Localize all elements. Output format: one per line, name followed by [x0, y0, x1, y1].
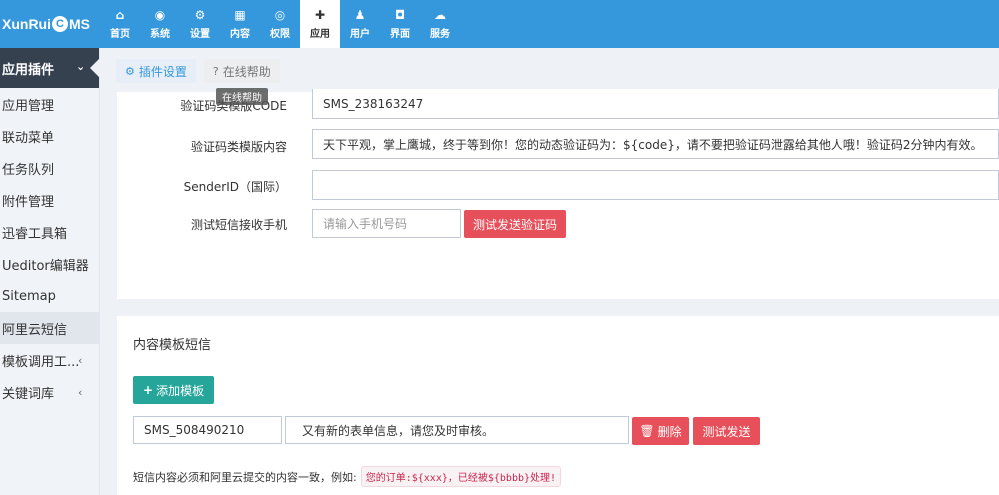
nav-label: 系统: [150, 29, 170, 40]
page-toolbar: ⚙ 插件设置 ? 在线帮助: [116, 59, 288, 83]
active-arrow: [90, 58, 100, 78]
code-input[interactable]: SMS_238163247: [312, 89, 999, 119]
sidebar-item-label: 联动菜单: [2, 130, 55, 146]
gear-icon: ⚙: [125, 64, 135, 78]
user-icon: ♟: [354, 8, 366, 22]
plus-icon: +: [143, 383, 154, 397]
test-send-button[interactable]: 测试发送: [693, 417, 760, 445]
test-phone-input[interactable]: 请输入手机号码: [312, 209, 461, 238]
sidebar-item-toolbox[interactable]: 迅睿工具箱: [0, 216, 99, 248]
template-hint: 短信内容必须和阿里云提交的内容一致，例如: 您的订单:${xxx}，已经被${b…: [133, 466, 562, 487]
logo-mark: C: [52, 16, 68, 32]
online-help-label: 在线帮助: [222, 64, 271, 79]
logo-text-pre: XunRui: [2, 16, 51, 32]
nav-item-settings[interactable]: ⚙ 设置: [180, 0, 220, 48]
template-code-input[interactable]: SMS_508490210: [133, 416, 282, 444]
html5-icon: ◘: [394, 8, 406, 22]
top-header: XunRui C MS ⌂ 首页 ◉ 系统 ⚙ 设置 ▦ 内容 ◎ 权限 ✚ 应用 ♟ 用户 ◘ 界…: [0, 0, 999, 48]
nav-label: 权限: [270, 29, 290, 40]
nav-item-content[interactable]: ▦ 内容: [220, 0, 260, 48]
nav-label: 应用: [310, 29, 330, 40]
sidebar-section-title: 应用插件: [2, 62, 55, 78]
send-test-code-button[interactable]: 测试发送验证码: [464, 210, 566, 238]
sidebar-item-label: 迅睿工具箱: [2, 226, 68, 242]
sidebar-item-keywords[interactable]: 关键词库 ‹: [0, 376, 99, 408]
content-input[interactable]: 天下平观，掌上鹰城，终于等到你！您的动态验证码为：${code}，请不要把验证码…: [312, 129, 999, 159]
delete-template-button[interactable]: 🗑 删除: [632, 417, 689, 445]
nav-label: 用户: [350, 29, 370, 40]
nav-label: 界面: [390, 29, 410, 40]
plugin-settings-button[interactable]: ⚙ 插件设置: [116, 59, 196, 83]
delete-label: 删除: [657, 424, 682, 439]
nav-item-permissions[interactable]: ◎ 权限: [260, 0, 300, 48]
hint-example: 您的订单:${xxx}，已经被${bbbb}处理!: [360, 466, 562, 487]
content-label: 验证码类模版内容: [190, 140, 287, 154]
sidebar-item-label: 模板调用工...: [2, 354, 80, 370]
sidebar-item-ueditor[interactable]: Ueditor编辑器: [0, 248, 99, 280]
puzzle-icon: ✚: [314, 8, 326, 22]
nav-item-interface[interactable]: ◘ 界面: [380, 0, 420, 48]
sidebar-item-label: Sitemap: [2, 288, 56, 304]
cloud-icon: ☁: [434, 8, 446, 22]
sidebar-item-aliyun-sms[interactable]: 阿里云短信: [0, 312, 99, 344]
nav-item-users[interactable]: ♟ 用户: [340, 0, 380, 48]
sidebar: 应用插件 ⌄ 应用管理 联动菜单 任务队列 附件管理 迅睿工具箱 Ueditor…: [0, 48, 100, 495]
template-content-input[interactable]: 又有新的表单信息，请您及时审核。: [285, 416, 629, 444]
nav-item-home[interactable]: ⌂ 首页: [100, 0, 140, 48]
verification-sms-panel: 验证码类模版CODE SMS_238163247 验证码类模版内容 天下平观，掌…: [117, 89, 999, 299]
trash-icon: 🗑: [639, 424, 655, 438]
sidebar-item-label: 阿里云短信: [2, 322, 68, 338]
sidebar-item-label: 关键词库: [2, 386, 55, 402]
globe-icon: ◉: [154, 8, 166, 22]
logo-text-post: MS: [69, 16, 90, 32]
chevron-down-icon: ⌄: [76, 60, 86, 73]
top-nav: ⌂ 首页 ◉ 系统 ⚙ 设置 ▦ 内容 ◎ 权限 ✚ 应用 ♟ 用户 ◘ 界面 ☁ 服务: [100, 0, 460, 48]
content-template-panel: 内容模板短信 + 添加模板 SMS_508490210 又有新的表单信息，请您及…: [117, 316, 999, 495]
chevron-left-icon: ‹: [78, 353, 83, 367]
help-tooltip: 在线帮助: [216, 88, 268, 105]
grid-icon: ▦: [234, 8, 246, 22]
nav-item-services[interactable]: ☁ 服务: [420, 0, 460, 48]
plugin-settings-label: 插件设置: [138, 64, 187, 79]
nav-label: 首页: [110, 29, 130, 40]
home-icon: ⌂: [115, 8, 125, 22]
add-template-label: 添加模板: [156, 383, 205, 398]
user-circle-icon: ◎: [274, 8, 286, 22]
cogs-icon: ⚙: [194, 8, 206, 22]
sender-id-label: SenderID（国际）: [183, 180, 287, 194]
chevron-left-icon: ‹: [78, 385, 83, 399]
sidebar-item-template-call[interactable]: 模板调用工... ‹: [0, 344, 99, 376]
hint-text: 短信内容必须和阿里云提交的内容一致，例如:: [133, 470, 357, 484]
sidebar-item-sitemap[interactable]: Sitemap: [0, 280, 99, 312]
nav-label: 设置: [190, 29, 210, 40]
nav-item-apps[interactable]: ✚ 应用: [300, 0, 340, 48]
sidebar-section-header[interactable]: 应用插件 ⌄: [0, 48, 100, 88]
sidebar-item-label: Ueditor编辑器: [2, 258, 89, 274]
sidebar-item-app-manage[interactable]: 应用管理: [0, 88, 99, 120]
nav-item-system[interactable]: ◉ 系统: [140, 0, 180, 48]
sidebar-item-attachments[interactable]: 附件管理: [0, 184, 99, 216]
nav-label: 服务: [430, 29, 450, 40]
test-phone-label: 测试短信接收手机: [190, 218, 287, 232]
sidebar-item-label: 任务队列: [2, 162, 55, 178]
sidebar-item-label: 附件管理: [2, 194, 55, 210]
sender-id-input[interactable]: [312, 170, 999, 200]
nav-label: 内容: [230, 29, 250, 40]
question-circle-icon: ?: [212, 64, 219, 78]
add-template-button[interactable]: + 添加模板: [133, 376, 215, 404]
sidebar-item-label: 应用管理: [2, 98, 55, 114]
online-help-button[interactable]: ? 在线帮助: [203, 59, 280, 83]
section-title: 内容模板短信: [133, 338, 212, 353]
sidebar-item-linkage-menu[interactable]: 联动菜单: [0, 120, 99, 152]
logo[interactable]: XunRui C MS: [0, 0, 100, 48]
sidebar-item-task-queue[interactable]: 任务队列: [0, 152, 99, 184]
